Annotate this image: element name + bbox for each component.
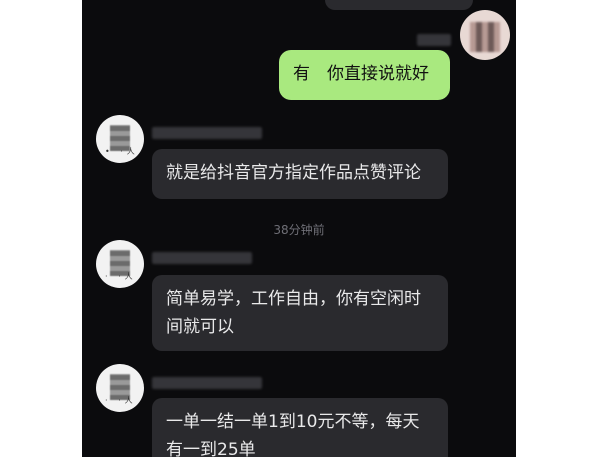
avatar[interactable]: · ·人: [96, 240, 144, 288]
message-text: 就是给抖音官方指定作品点赞评论: [166, 163, 421, 183]
message-text: 简单易学，工作自由，你有空闲时间就可以: [166, 289, 421, 337]
avatar-pixelated-icon: [470, 22, 500, 52]
message-bubble-incoming[interactable]: 一单一结一单1到10元不等，每天有一到25单: [152, 398, 448, 457]
message-text: 有 你直接说就好: [293, 64, 429, 84]
sender-name-blurred: [152, 377, 262, 389]
avatar-tag-icon: • ·人: [105, 147, 139, 156]
avatar[interactable]: [460, 10, 510, 60]
message-text: 一单一结一单1到10元不等，每天有一到25单: [166, 412, 420, 457]
chat-panel: 有 你直接说就好 • ·人 就是给抖音官方指定作品点赞评论 38分钟前 · ·人…: [82, 0, 516, 457]
previous-message-bubble: [325, 0, 473, 10]
avatar[interactable]: • ·人: [96, 115, 144, 163]
sender-name-blurred: [152, 127, 262, 139]
avatar-tag-icon: · ·人: [105, 396, 137, 405]
timestamp: 38分钟前: [273, 223, 325, 237]
message-bubble-incoming[interactable]: 就是给抖音官方指定作品点赞评论: [152, 149, 448, 199]
message-bubble-incoming[interactable]: 简单易学，工作自由，你有空闲时间就可以: [152, 275, 448, 351]
avatar[interactable]: · ·人: [96, 364, 144, 412]
message-bubble-outgoing[interactable]: 有 你直接说就好: [279, 50, 450, 100]
sender-name-blurred: [417, 34, 451, 46]
sender-name-blurred: [152, 252, 252, 264]
avatar-tag-icon: · ·人: [105, 272, 137, 281]
